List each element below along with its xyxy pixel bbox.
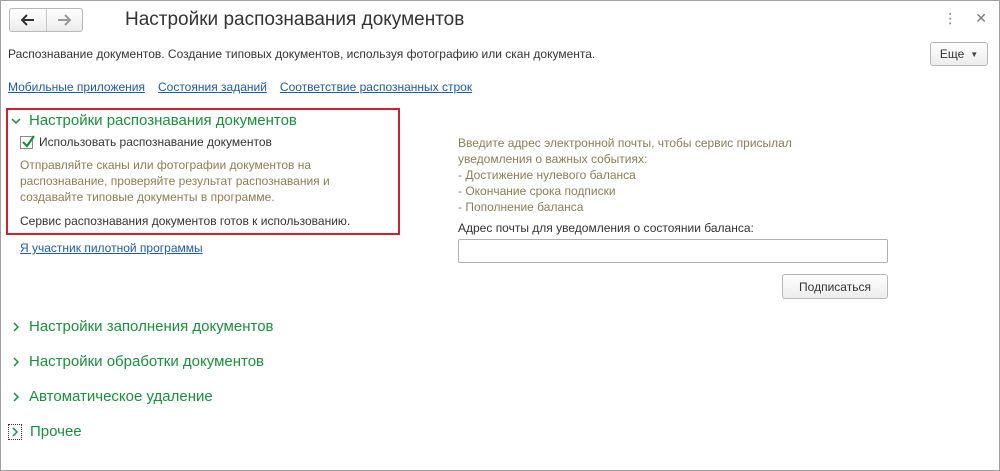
service-status: Сервис распознавания документов готов к …: [20, 214, 351, 228]
group-title: Автоматическое удаление: [29, 388, 213, 405]
email-info-line: - Достижение нулевого баланса: [458, 168, 636, 182]
use-recognition-checkbox[interactable]: [20, 134, 35, 149]
chevron-down-icon: ▼: [970, 49, 979, 59]
email-info-line: - Окончание срока подписки: [458, 184, 616, 198]
group-other[interactable]: Прочее: [8, 423, 82, 440]
group-title: Настройки обработки документов: [29, 353, 265, 370]
group-title: Прочее: [30, 423, 82, 440]
chevron-right-icon: [13, 356, 20, 367]
subscribe-button[interactable]: Подписаться: [782, 274, 888, 299]
chevron-down-icon: [11, 117, 21, 124]
email-field-label: Адрес почты для уведомления о состоянии …: [458, 221, 754, 235]
chevron-right-icon: [12, 426, 19, 437]
settings-window: Настройки распознавания документов ⋮ ✕ Р…: [0, 0, 1000, 471]
group-title: Настройки распознавания документов: [29, 112, 297, 129]
email-field[interactable]: [458, 239, 888, 263]
link-mobile-apps[interactable]: Мобильные приложения: [8, 80, 145, 94]
checkmark-icon: [22, 134, 35, 148]
pilot-program-link[interactable]: Я участник пилотной программы: [20, 241, 203, 255]
more-button[interactable]: Еще ▼: [930, 42, 988, 66]
group-processing-settings[interactable]: Настройки обработки документов: [11, 353, 264, 370]
page-title: Настройки распознавания документов: [125, 9, 465, 30]
back-button[interactable]: [10, 9, 46, 31]
vertical-dots-icon[interactable]: ⋮: [943, 11, 957, 25]
email-info-line: уведомления о важных событиях:: [458, 152, 648, 166]
email-info-line: - Пополнение баланса: [458, 200, 584, 214]
chevron-right-icon: [13, 321, 20, 332]
checkbox-label: Использовать распознавание документов: [39, 135, 272, 149]
top-links: Мобильные приложения Состояния заданий С…: [8, 80, 472, 94]
link-task-states[interactable]: Состояния заданий: [158, 80, 267, 94]
group-recognition-settings[interactable]: Настройки распознавания документов: [11, 112, 297, 129]
navigation-buttons: [9, 8, 83, 32]
close-icon[interactable]: ✕: [975, 11, 987, 25]
group-fill-settings[interactable]: Настройки заполнения документов: [11, 318, 274, 335]
group-auto-delete[interactable]: Автоматическое удаление: [11, 388, 213, 405]
email-info-text: Введите адрес электронной почты, чтобы с…: [458, 135, 878, 215]
page-description: Распознавание документов. Создание типов…: [8, 47, 596, 61]
forward-button[interactable]: [45, 9, 83, 31]
arrow-right-icon: [58, 14, 72, 26]
recognition-explanation: Отправляйте сканы или фотографии докумен…: [20, 158, 330, 204]
use-recognition-checkbox-row[interactable]: Использовать распознавание документов: [20, 134, 272, 149]
email-info-line: Введите адрес электронной почты, чтобы с…: [458, 136, 792, 150]
group-title: Настройки заполнения документов: [29, 318, 274, 335]
chevron-right-icon: [13, 391, 20, 402]
link-recognized-rows[interactable]: Соответствие распознанных строк: [280, 80, 472, 94]
window-controls: ⋮ ✕: [943, 11, 987, 25]
more-button-label: Еще: [939, 47, 965, 61]
arrow-left-icon: [20, 14, 34, 26]
focus-indicator: [8, 423, 22, 440]
